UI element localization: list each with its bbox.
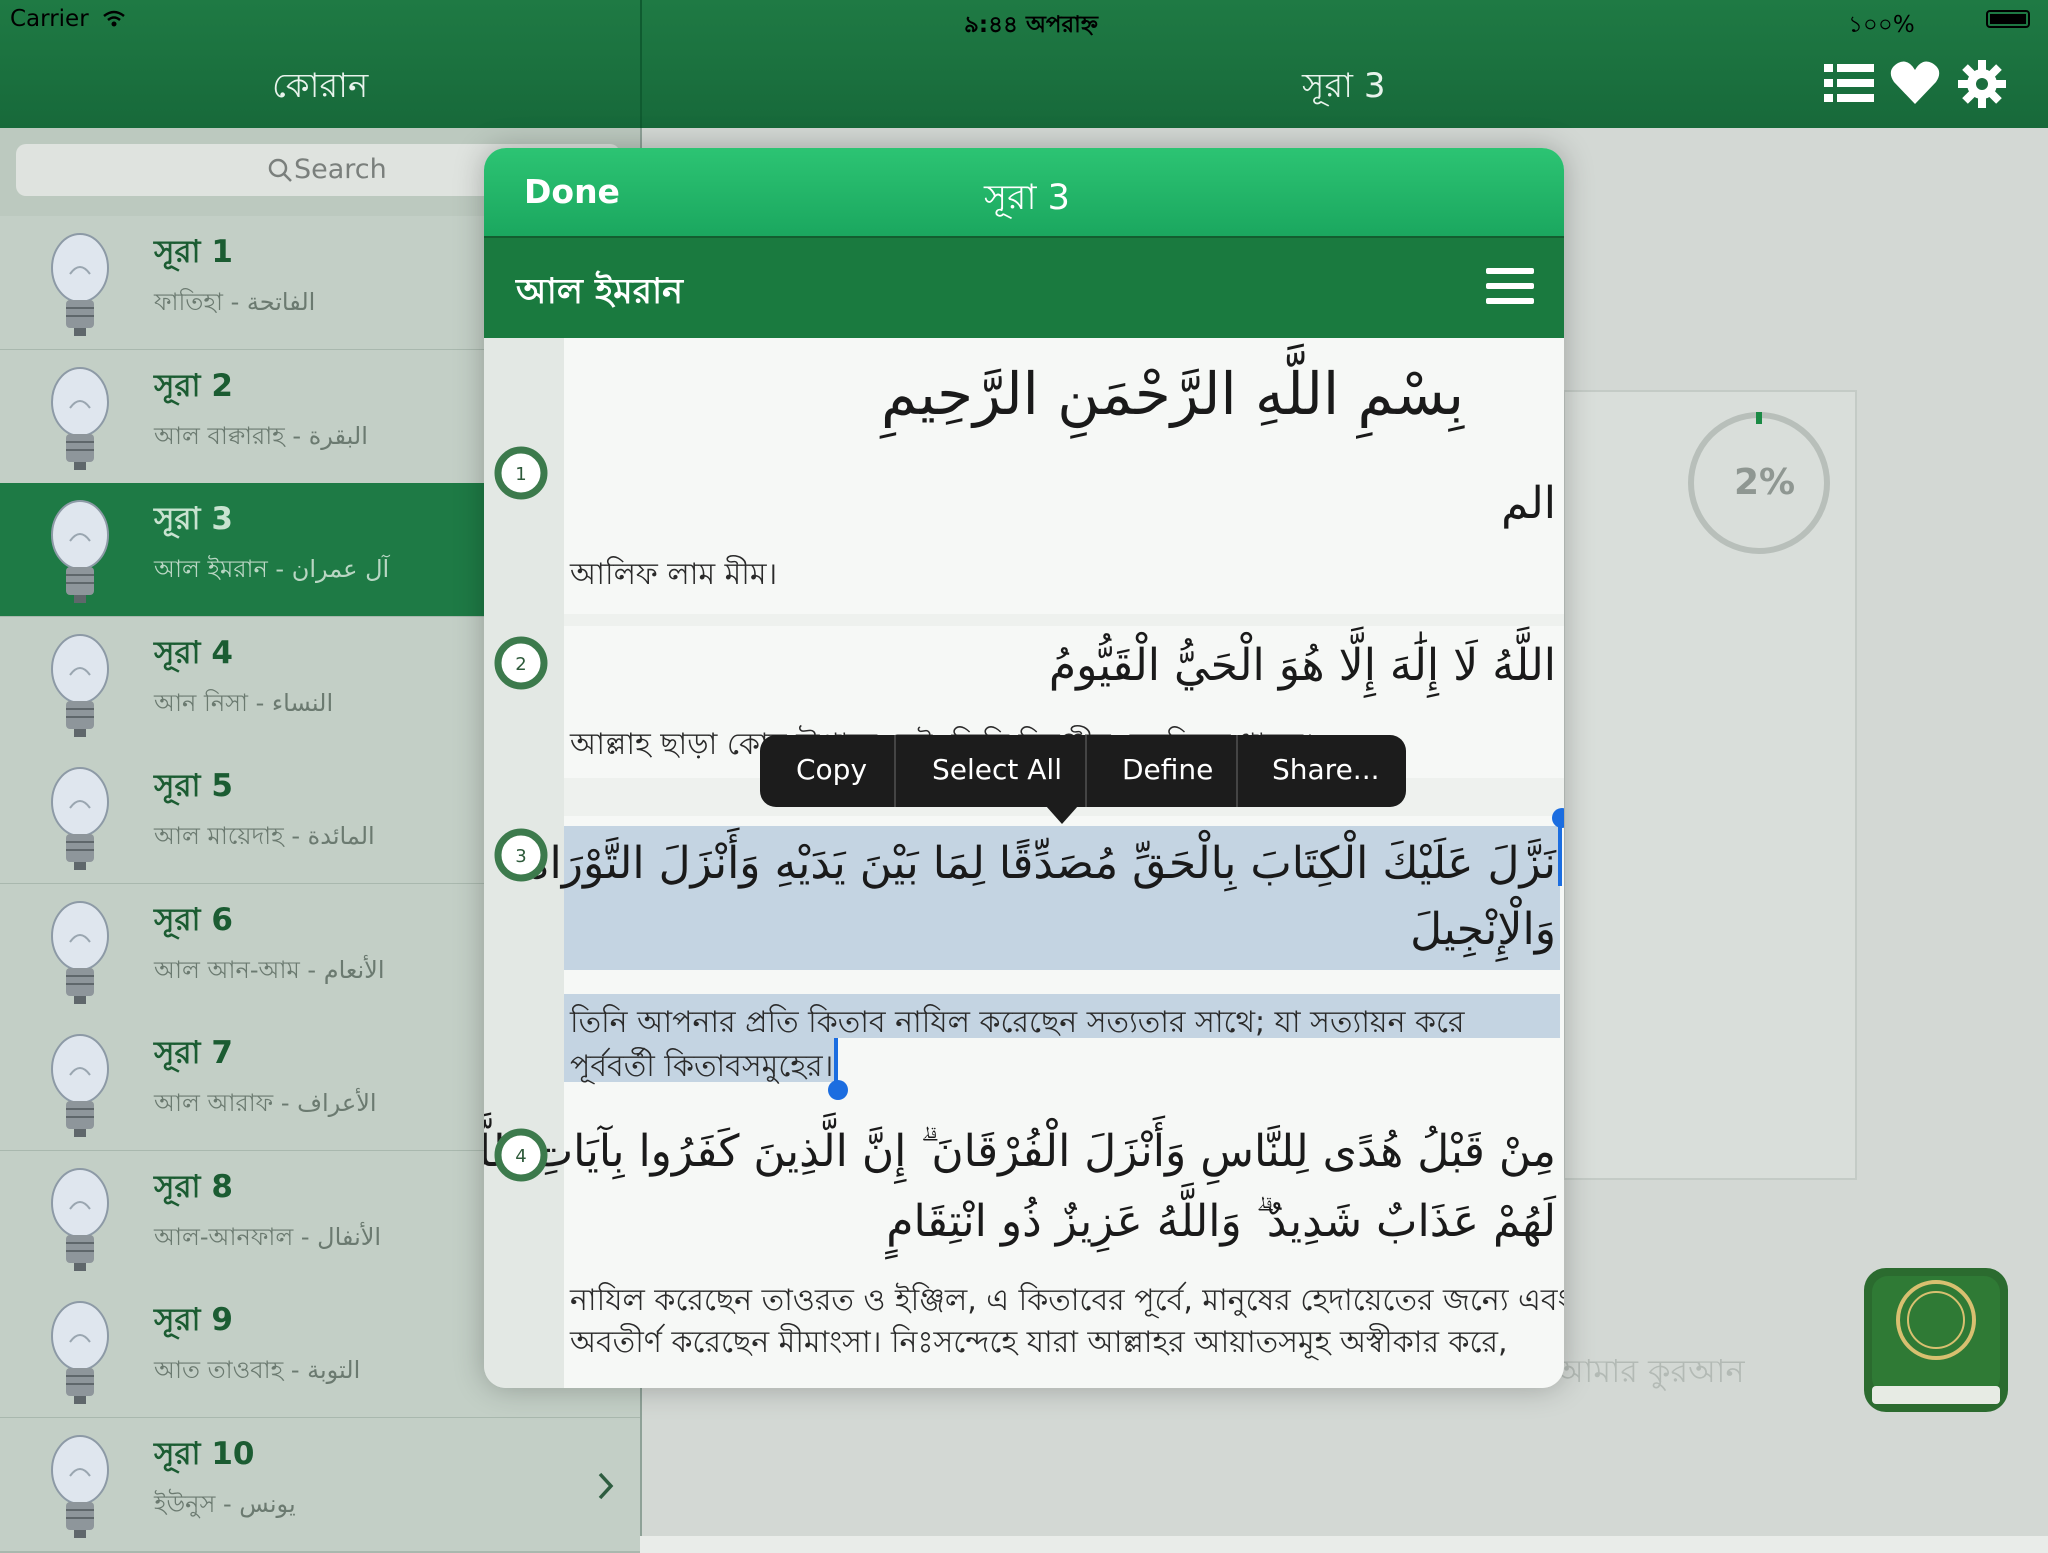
selection-start-caret — [1558, 822, 1562, 886]
ayah-arabic: لَهُمْ عَذَابٌ شَدِيدٌ ۗ وَاللَّهُ عَزِي… — [886, 1196, 1556, 1247]
ayah-translation: অবতীর্ণ করেছেন মীমাংসা। নিঃসন্দেহে যারা … — [570, 1325, 1508, 1360]
surah-title: সূরা 2 — [154, 368, 233, 404]
surah-subtitle: আত তাওবাহ - التوبة — [154, 1356, 361, 1384]
surah-subtitle: আল মায়েদাহ - المائدة — [154, 822, 375, 850]
ayah-number-badge: 1 — [494, 446, 548, 500]
status-time: ৯:৪৪ অপরাহ্ন — [964, 12, 1098, 38]
ayah-number-badge: 3 — [494, 828, 548, 882]
ayah-number-badge: 4 — [494, 1128, 548, 1182]
surah-title: সূরা 3 — [154, 501, 233, 537]
ayah-arabic: الم — [1501, 478, 1556, 529]
ayah-block: مِنْ قَبْلُ هُدًى لِلنَّاسِ وَأَنْزَلَ ا… — [484, 1118, 1564, 1388]
surah-subtitle: আল আন-আম - الأنعام — [154, 956, 385, 984]
modal-header: Done সূরা 3 — [484, 148, 1564, 236]
lightbulb-icon — [51, 634, 109, 737]
selection-end-caret — [834, 1038, 838, 1084]
lightbulb-icon — [51, 233, 109, 336]
modal-subheader: আল ইমরান — [484, 236, 1564, 338]
bismillah: بِسْمِ اللَّهِ الرَّحْمَنِ الرَّحِيمِ — [881, 360, 1464, 428]
define-menu-item[interactable]: Define — [1122, 753, 1213, 786]
surah-subtitle: আল-আনফাল - الأنفال — [154, 1223, 382, 1251]
ayah-translation: পূর্ববর্তী কিতাবসমুহের। — [570, 1049, 834, 1084]
lightbulb-icon — [51, 500, 109, 603]
progress-label: 2% — [1734, 462, 1796, 503]
lightbulb-icon — [51, 901, 109, 1004]
copy-menu-item[interactable]: Copy — [796, 753, 867, 786]
surah-list-item[interactable]: সূরা 10 ইউনুস - يونس — [0, 1418, 640, 1553]
ayah-number-badge: 2 — [494, 636, 548, 690]
surah-subtitle: আন নিসা - النساء — [154, 689, 334, 717]
surah-subtitle: আল আরাফ - الأعراف — [154, 1089, 377, 1117]
share-menu-item[interactable]: Share... — [1272, 753, 1380, 786]
battery-icon — [1986, 10, 2030, 28]
surah-title: সূরা 10 — [154, 1436, 255, 1472]
carrier-label: Carrier — [10, 6, 89, 32]
lightbulb-icon — [51, 367, 109, 470]
ayah-arabic: وَالْإِنْجِيلَ — [1410, 904, 1556, 955]
done-button[interactable]: Done — [524, 172, 620, 211]
sidebar-title: কোরান — [272, 66, 369, 106]
surah-title: সূরা 7 — [154, 1035, 233, 1071]
wifi-icon — [103, 10, 125, 27]
ayah-translation: আলিফ লাম মীম। — [570, 557, 778, 592]
main-navbar: ৯:৪৪ অপরাহ্ন ১০০% সূরা 3 — [642, 0, 2048, 128]
lightbulb-icon — [51, 1301, 109, 1404]
ayah-number: 4 — [515, 1146, 526, 1167]
search-placeholder: Search — [294, 154, 387, 185]
chevron-right-icon[interactable] — [598, 1472, 614, 1500]
ayah-arabic: مِنْ قَبْلُ هُدًى لِلنَّاسِ وَأَنْزَلَ ا… — [484, 1126, 1556, 1177]
quran-app-icon[interactable] — [1864, 1268, 2008, 1412]
modal-title: সূরা 3 — [984, 178, 1070, 218]
surah-subtitle: ইউনুস - يونس — [154, 1490, 296, 1518]
surah-title: সূরা 9 — [154, 1302, 233, 1338]
heart-icon[interactable] — [1890, 60, 1940, 106]
selection-end-handle[interactable] — [828, 1080, 848, 1100]
surah-title: সূরা 1 — [154, 234, 233, 270]
surah-title: সূরা 4 — [154, 635, 233, 671]
battery-label: ১০০% — [1848, 12, 1915, 38]
sidebar-navbar: Carrier কোরান — [0, 0, 642, 128]
ayah-number: 2 — [515, 654, 526, 675]
surah-subtitle: আল ইমরান - آل عمران — [154, 555, 390, 583]
selection-start-handle[interactable] — [1552, 808, 1564, 828]
lightbulb-icon — [51, 1435, 109, 1538]
ayah-number: 1 — [515, 464, 526, 485]
surah-subtitle: আল বাক্বারাহ - البقرة — [154, 422, 368, 450]
surah-subtitle: ফাতিহা - الفاتحة — [154, 288, 316, 316]
main-title: সূরা 3 — [1302, 66, 1386, 106]
surah-name: আল ইমরান — [516, 272, 684, 312]
search-icon — [268, 158, 292, 182]
text-context-menu: Copy Select All Define Share... — [760, 735, 1406, 807]
surah-title: সূরা 6 — [154, 902, 233, 938]
ayah-arabic: اللَّهُ لَا إِلَٰهَ إِلَّا هُوَ الْحَيُّ… — [1048, 640, 1556, 691]
ayah-number: 3 — [515, 846, 526, 867]
ayah-block: بِسْمِ اللَّهِ الرَّحْمَنِ الرَّحِيمِ ال… — [564, 338, 1564, 614]
background-faded-text: আমার কুরআন — [1556, 1352, 1745, 1390]
progress-indicator — [1756, 412, 1762, 424]
select-all-menu-item[interactable]: Select All — [932, 753, 1062, 786]
lightbulb-icon — [51, 1034, 109, 1137]
menu-separator — [894, 735, 896, 807]
hamburger-menu-icon[interactable] — [1486, 268, 1534, 304]
menu-separator — [1085, 735, 1087, 807]
surah-title: সূরা 5 — [154, 768, 233, 804]
surah-title: সূরা 8 — [154, 1169, 233, 1205]
lightbulb-icon — [51, 767, 109, 870]
ayah-arabic: نَزَّلَ عَلَيْكَ الْكِتَابَ بِالْحَقِّ م… — [526, 838, 1556, 889]
menu-separator — [1236, 735, 1238, 807]
list-icon[interactable] — [1824, 62, 1874, 104]
lightbulb-icon — [51, 1168, 109, 1271]
gear-icon[interactable] — [1958, 60, 2006, 108]
context-menu-pointer — [1046, 806, 1078, 824]
